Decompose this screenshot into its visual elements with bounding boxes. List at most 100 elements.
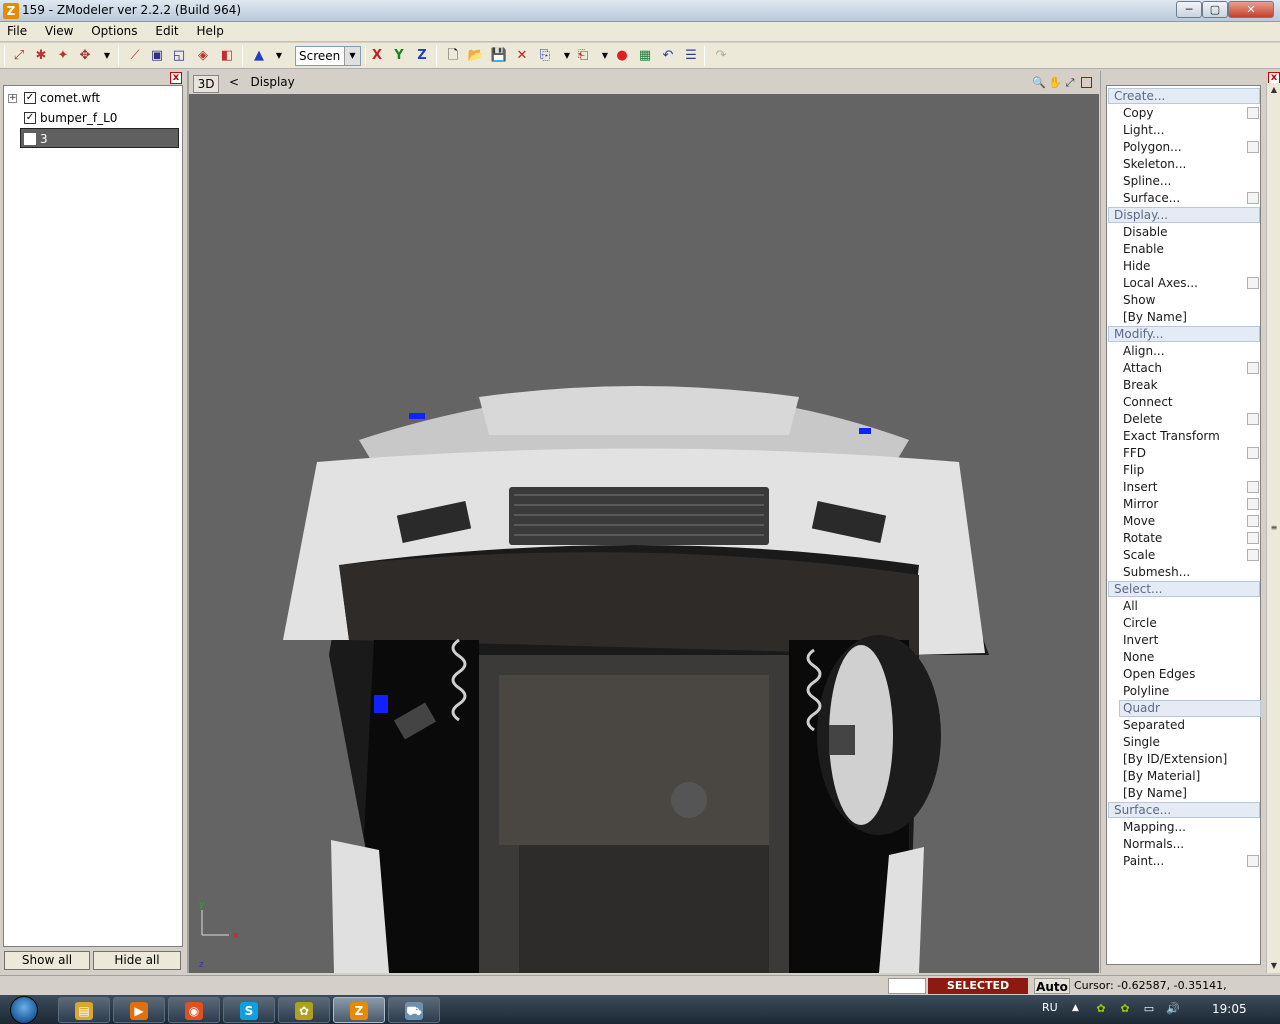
command-item[interactable]: Circle	[1123, 615, 1259, 632]
tray-expand-icon[interactable]: ▲	[1072, 1003, 1079, 1013]
command-panel-scrollbar[interactable]: ▲ ≡ ▼	[1266, 83, 1280, 973]
command-item[interactable]: Separated	[1123, 717, 1259, 734]
tree-item-comet[interactable]: + ✓ comet.wft	[4, 88, 182, 108]
command-item[interactable]: [By Name]	[1123, 785, 1259, 802]
command-section-header[interactable]: Surface...	[1108, 802, 1260, 818]
viewport-close-icon[interactable]	[1081, 77, 1092, 88]
command-item[interactable]: Insert	[1123, 479, 1259, 496]
command-section-header[interactable]: Create...	[1108, 88, 1260, 104]
command-section-header[interactable]: Modify...	[1108, 326, 1260, 342]
axis-z-toggle[interactable]: Z	[413, 47, 431, 65]
volume-icon[interactable]: 🔊	[1166, 1002, 1180, 1016]
axis-y-toggle[interactable]: Y	[390, 47, 408, 65]
close-window-button[interactable]: ✕	[1228, 1, 1274, 18]
command-options-box[interactable]	[1247, 192, 1259, 204]
save-file-icon[interactable]: 💾	[490, 47, 508, 65]
taskbar-app-zmodeler[interactable]: Z	[333, 997, 385, 1023]
axis-x-toggle[interactable]: X	[368, 47, 386, 65]
visibility-checkbox[interactable]: ✓	[24, 112, 36, 124]
command-item[interactable]: [By ID/Extension]	[1123, 751, 1259, 768]
scroll-down-icon[interactable]: ▼	[1267, 959, 1280, 973]
taskbar-app-media-player[interactable]: ▶	[113, 997, 165, 1023]
visibility-checkbox[interactable]: ✓	[24, 133, 36, 145]
select-figure-icon[interactable]: ✦	[54, 47, 72, 65]
command-item[interactable]: Spline...	[1123, 173, 1259, 190]
expand-icon[interactable]: +	[8, 94, 17, 103]
command-item[interactable]: Quadr	[1119, 700, 1261, 717]
tree-item-bumper[interactable]: ✓ bumper_f_L0	[4, 108, 182, 128]
tray-app-icon[interactable]: ✿	[1094, 1002, 1108, 1016]
surface-mode-icon[interactable]: ◧	[218, 47, 236, 65]
command-options-box[interactable]	[1247, 447, 1259, 459]
visibility-checkbox[interactable]: ✓	[24, 92, 36, 104]
close-panel-icon[interactable]: x	[170, 72, 182, 84]
command-item[interactable]: Skeleton...	[1123, 156, 1259, 173]
show-all-button[interactable]: Show all	[4, 951, 90, 970]
command-item[interactable]: None	[1123, 649, 1259, 666]
delete-icon[interactable]: ✕	[513, 47, 531, 65]
axis-tool-icon[interactable]: ▲	[250, 47, 268, 65]
language-indicator[interactable]: RU	[1042, 1001, 1058, 1014]
command-item[interactable]: Mirror	[1123, 496, 1259, 513]
export-icon[interactable]: ⎗	[574, 47, 592, 65]
render-icon[interactable]: ▦	[636, 47, 654, 65]
record-icon[interactable]: ●	[613, 47, 631, 65]
minimize-button[interactable]: ─	[1176, 1, 1202, 18]
command-options-box[interactable]	[1247, 107, 1259, 119]
scroll-up-icon[interactable]: ▲	[1267, 83, 1280, 97]
taskbar-app-skype[interactable]: S	[223, 997, 275, 1023]
auto-toggle[interactable]: Auto	[1034, 978, 1070, 994]
viewport-display-label[interactable]: < Display	[229, 75, 295, 89]
tray-app-icon[interactable]: ✿	[1118, 1002, 1132, 1016]
command-item[interactable]: Disable	[1123, 224, 1259, 241]
export-dropdown-icon[interactable]: ▼	[596, 47, 614, 65]
command-options-box[interactable]	[1247, 481, 1259, 493]
command-options-box[interactable]	[1247, 549, 1259, 561]
command-item[interactable]: Connect	[1123, 394, 1259, 411]
command-item[interactable]: Rotate	[1123, 530, 1259, 547]
command-item[interactable]: Invert	[1123, 632, 1259, 649]
command-item[interactable]: Mapping...	[1123, 819, 1259, 836]
clock[interactable]: 19:05	[1212, 1002, 1247, 1016]
command-options-box[interactable]	[1247, 855, 1259, 867]
menu-help[interactable]: Help	[189, 22, 230, 40]
command-item[interactable]: Flip	[1123, 462, 1259, 479]
command-item[interactable]: Attach	[1123, 360, 1259, 377]
network-icon[interactable]: ▭	[1142, 1002, 1156, 1016]
command-item[interactable]: Polyline	[1123, 683, 1259, 700]
viewport-mode-button[interactable]: 3D	[193, 75, 219, 93]
command-item[interactable]: Paint...	[1123, 853, 1259, 870]
command-item[interactable]: Copy	[1123, 105, 1259, 122]
command-item[interactable]: Surface...	[1123, 190, 1259, 207]
command-section-header[interactable]: Select...	[1108, 581, 1260, 597]
command-item[interactable]: Enable	[1123, 241, 1259, 258]
select-tool-icon[interactable]: ⤢	[10, 47, 28, 65]
3d-viewport[interactable]: 3D < Display 🔍 ✋ ⤢ y x z	[187, 71, 1099, 973]
command-item[interactable]: Polygon...	[1123, 139, 1259, 156]
taskbar-app-firefox[interactable]: ◉	[168, 997, 220, 1023]
tree-item-3[interactable]: ✓ 3	[20, 128, 179, 148]
properties-icon[interactable]: ☰	[682, 47, 700, 65]
command-item[interactable]: Move	[1123, 513, 1259, 530]
command-options-box[interactable]	[1247, 362, 1259, 374]
command-item[interactable]: FFD	[1123, 445, 1259, 462]
command-item[interactable]: [By Material]	[1123, 768, 1259, 785]
scroll-grip-icon[interactable]: ≡	[1269, 523, 1279, 533]
vertex-mode-icon[interactable]: ⟋	[126, 47, 144, 65]
select-vertex-icon[interactable]: ✱	[32, 47, 50, 65]
import-icon[interactable]: ⎘	[536, 47, 554, 65]
taskbar-app-game-tool[interactable]: ✿	[278, 997, 330, 1023]
select-dropdown-icon[interactable]: ▼	[98, 47, 116, 65]
command-item[interactable]: Exact Transform	[1123, 428, 1259, 445]
command-item[interactable]: Single	[1123, 734, 1259, 751]
taskbar-app-explorer[interactable]: ▤	[58, 997, 110, 1023]
command-item[interactable]: [By Name]	[1123, 309, 1259, 326]
hide-all-button[interactable]: Hide all	[93, 951, 181, 970]
command-item[interactable]: Hide	[1123, 258, 1259, 275]
command-item[interactable]: Submesh...	[1123, 564, 1259, 581]
zoom-icon[interactable]: 🔍	[1032, 76, 1046, 90]
command-options-box[interactable]	[1247, 141, 1259, 153]
maximize-button[interactable]: ▢	[1202, 1, 1228, 18]
view-mode-select[interactable]: Screen ▼	[295, 46, 361, 66]
axis-dropdown-icon[interactable]: ▼	[270, 47, 288, 65]
